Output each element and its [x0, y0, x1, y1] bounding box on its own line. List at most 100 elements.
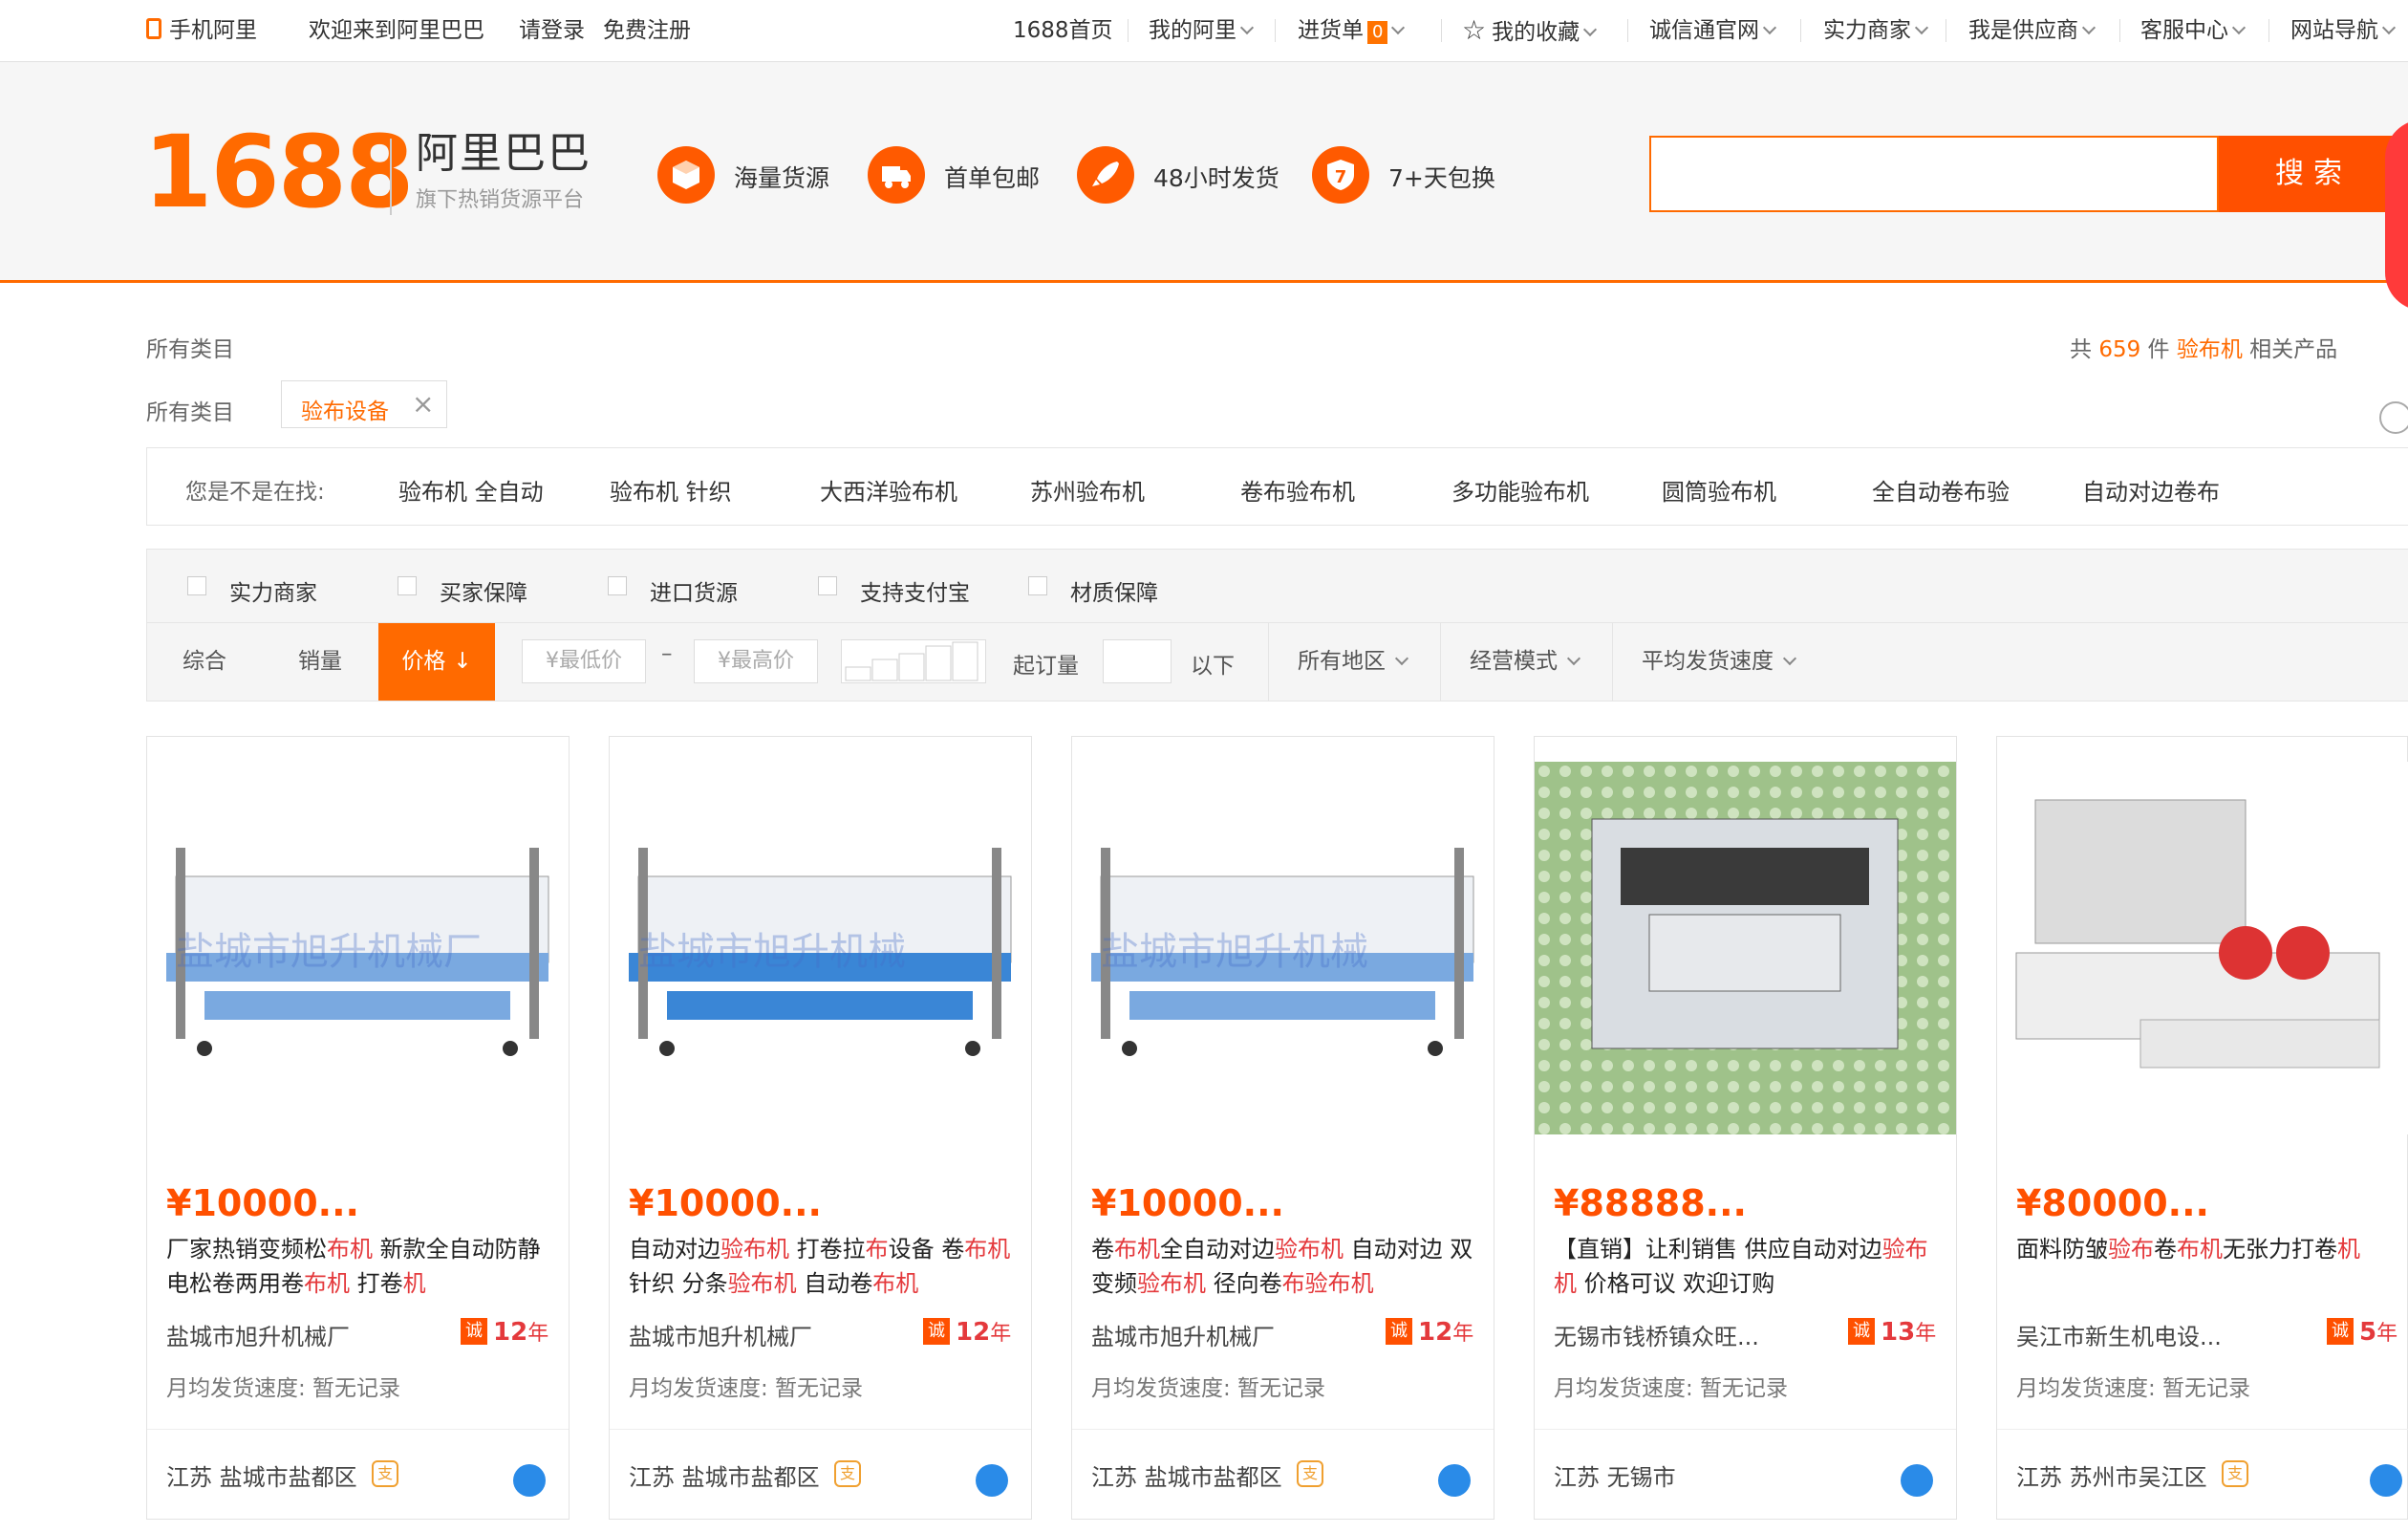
- company-name[interactable]: 盐城市旭升机械厂: [629, 1318, 812, 1351]
- close-icon[interactable]: ×: [412, 391, 434, 418]
- title-segment: 设备 卷: [888, 1236, 965, 1263]
- phone-icon: [146, 17, 161, 39]
- side-promo-badge[interactable]: [2385, 119, 2408, 311]
- product-image[interactable]: [1997, 762, 2408, 1134]
- product-title[interactable]: 【直销】让利销售 供应自动对边验布机 价格可议 欢迎订购: [1554, 1232, 1941, 1301]
- min-price-input[interactable]: ¥最低价: [522, 639, 646, 683]
- sort-tab-overall[interactable]: 综合: [147, 623, 262, 701]
- chengxin-icon: 诚: [1386, 1318, 1412, 1345]
- product-price: ¥10000...: [166, 1182, 359, 1224]
- business-mode-dropdown[interactable]: 经营模式: [1440, 623, 1612, 701]
- my-ali-menu[interactable]: 我的阿里: [1149, 0, 1255, 61]
- title-segment: 全自动对边: [1160, 1236, 1275, 1263]
- svg-text:7: 7: [1335, 167, 1347, 187]
- card-footer: 江苏 无锡市: [1535, 1429, 1956, 1520]
- register-link[interactable]: 免费注册: [603, 0, 691, 61]
- product-card[interactable]: ¥80000... 面料防皱验布卷布机无张力打卷机 吴江市新生机电设... 诚 5年 月均…: [1996, 736, 2408, 1520]
- suggestion-item[interactable]: 验布机 针织: [610, 473, 732, 507]
- product-title[interactable]: 卷布机全自动对边验布机 自动对边 双变频验布机 径向卷布验布机: [1091, 1232, 1478, 1301]
- alipay-icon: 支: [372, 1460, 398, 1487]
- product-title[interactable]: 厂家热销变频松布机 新款全自动防静电松卷两用卷布机 打卷机: [166, 1232, 553, 1301]
- logo-name: 阿里巴巴: [416, 129, 591, 178]
- suggestion-item[interactable]: 卷布验布机: [1240, 473, 1355, 507]
- mobile-link[interactable]: 手机阿里: [146, 0, 257, 61]
- title-segment: 验布机: [720, 1236, 789, 1263]
- title-segment: 卷: [2154, 1236, 2177, 1263]
- logo-subtitle: 旗下热销货源平台: [416, 188, 585, 212]
- member-years: 12: [493, 1318, 528, 1347]
- product-card[interactable]: 盐城市旭升机械 ¥10000... 卷布机全自动对边验布机 自动对边 双变频验布机 …: [1071, 736, 1494, 1520]
- wangwang-chat-icon[interactable]: [2370, 1464, 2402, 1497]
- product-card[interactable]: 盐城市旭升机械厂 ¥10000... 厂家热销变频松布机 新款全自动防静电松卷两用卷…: [146, 736, 570, 1520]
- title-segment: 布: [865, 1236, 889, 1263]
- product-title[interactable]: 自动对边验布机 打卷拉布设备 卷布机 针织 分条验布机 自动卷布机: [629, 1232, 1016, 1301]
- product-card[interactable]: ¥88888... 【直销】让利销售 供应自动对边验布机 价格可议 欢迎订购 无锡市…: [1534, 736, 1957, 1520]
- expand-circle-icon[interactable]: [2379, 401, 2408, 434]
- search-button[interactable]: 搜索: [2219, 136, 2408, 212]
- wangwang-chat-icon[interactable]: [976, 1464, 1008, 1497]
- strong-merchant-menu[interactable]: 实力商家: [1823, 0, 1929, 61]
- moq-input[interactable]: [1103, 639, 1172, 683]
- card-footer: 江苏 盐城市盐都区支: [147, 1429, 569, 1520]
- cart-menu[interactable]: 进货单 0: [1298, 0, 1406, 61]
- company-name[interactable]: 盐城市旭升机械厂: [166, 1318, 350, 1351]
- company-name[interactable]: 无锡市钱桥镇众旺...: [1554, 1318, 1759, 1351]
- sort-tab-sales[interactable]: 销量: [262, 623, 378, 701]
- rocket-icon: [1077, 146, 1134, 204]
- suggestion-item[interactable]: 自动对边卷布: [2082, 473, 2220, 507]
- price-range-histogram[interactable]: [841, 639, 986, 683]
- region-dropdown[interactable]: 所有地区: [1268, 623, 1440, 701]
- chevron-down-icon: [1782, 651, 1797, 666]
- max-price-input[interactable]: ¥最高价: [694, 639, 818, 683]
- suggestion-item[interactable]: 多功能验布机: [1451, 473, 1589, 507]
- login-link[interactable]: 请登录: [519, 0, 585, 61]
- suggestion-item[interactable]: 圆筒验布机: [1662, 473, 1776, 507]
- favorites-menu[interactable]: ☆ 我的收藏: [1462, 0, 1598, 61]
- member-years: 5: [2359, 1318, 2377, 1347]
- welcome-text: 欢迎来到阿里巴巴: [309, 18, 484, 43]
- chevron-down-icon: [1914, 20, 1929, 35]
- title-segment: 布机: [327, 1236, 373, 1263]
- suggestion-item[interactable]: 全自动卷布验: [1872, 473, 2010, 507]
- wangwang-chat-icon[interactable]: [513, 1464, 546, 1497]
- ship-speed: 月均发货速度: 暂无记录: [1091, 1376, 1326, 1401]
- suggestion-bar: 您是不是在找: 验布机 全自动 验布机 针织 大西洋验布机 苏州验布机 卷布验布…: [146, 447, 2408, 526]
- chevron-down-icon: [2081, 20, 2096, 35]
- wangwang-chat-icon[interactable]: [1438, 1464, 1471, 1497]
- ship-speed: 月均发货速度: 暂无记录: [2016, 1376, 2251, 1401]
- member-years: 12: [956, 1318, 991, 1347]
- chevron-down-icon: [1394, 651, 1409, 666]
- chevron-down-icon: [1583, 22, 1598, 37]
- moq-label: 起订量: [1013, 654, 1079, 679]
- ship-speed: 月均发货速度: 暂无记录: [1554, 1376, 1789, 1401]
- title-segment: 验布: [2108, 1236, 2154, 1263]
- ship-speed: 月均发货速度: 暂无记录: [166, 1376, 401, 1401]
- sitenav-menu[interactable]: 网站导航: [2290, 0, 2397, 61]
- ship-speed: 月均发货速度: 暂无记录: [629, 1376, 864, 1401]
- suggestion-item[interactable]: 大西洋验布机: [820, 473, 957, 507]
- title-segment: 针织 分条: [629, 1270, 728, 1297]
- filter-panel: 实力商家 买家保障 进口货源 支持支付宝 材质保障 综合 销量 价格 ↓ ¥最低价…: [146, 549, 2408, 702]
- selected-category-tag[interactable]: 验布设备 ×: [281, 380, 447, 428]
- product-card[interactable]: 盐城市旭升机械 ¥10000... 自动对边验布机 打卷拉布设备 卷布机 针织 分条…: [609, 736, 1032, 1520]
- breadcrumb[interactable]: 所有类目: [146, 331, 234, 363]
- sort-tab-price[interactable]: 价格 ↓: [378, 623, 495, 701]
- logo-1688[interactable]: 1688: [143, 119, 414, 225]
- company-name[interactable]: 盐城市旭升机械厂: [1091, 1318, 1275, 1351]
- company-name[interactable]: 吴江市新生机电设...: [2016, 1318, 2222, 1351]
- location: 江苏 无锡市: [1554, 1464, 1676, 1491]
- supplier-menu[interactable]: 我是供应商: [1968, 0, 2096, 61]
- product-title[interactable]: 面料防皱验布卷布机无张力打卷机: [2016, 1232, 2403, 1301]
- chengxin-menu[interactable]: 诚信通官网: [1649, 0, 1777, 61]
- home-link[interactable]: 1688首页: [1013, 0, 1113, 61]
- ship-speed-dropdown[interactable]: 平均发货速度: [1612, 623, 1841, 701]
- suggestion-item[interactable]: 验布机 全自动: [398, 473, 544, 507]
- wangwang-chat-icon[interactable]: [1901, 1464, 1933, 1497]
- chevron-down-icon: [2231, 20, 2247, 35]
- service-menu[interactable]: 客服中心: [2140, 0, 2247, 61]
- product-image[interactable]: [1535, 762, 1956, 1134]
- search-input[interactable]: [1649, 136, 2219, 212]
- moq-suffix: 以下: [1191, 654, 1235, 679]
- suggestion-item[interactable]: 苏州验布机: [1030, 473, 1145, 507]
- title-segment: 验布机: [727, 1270, 797, 1297]
